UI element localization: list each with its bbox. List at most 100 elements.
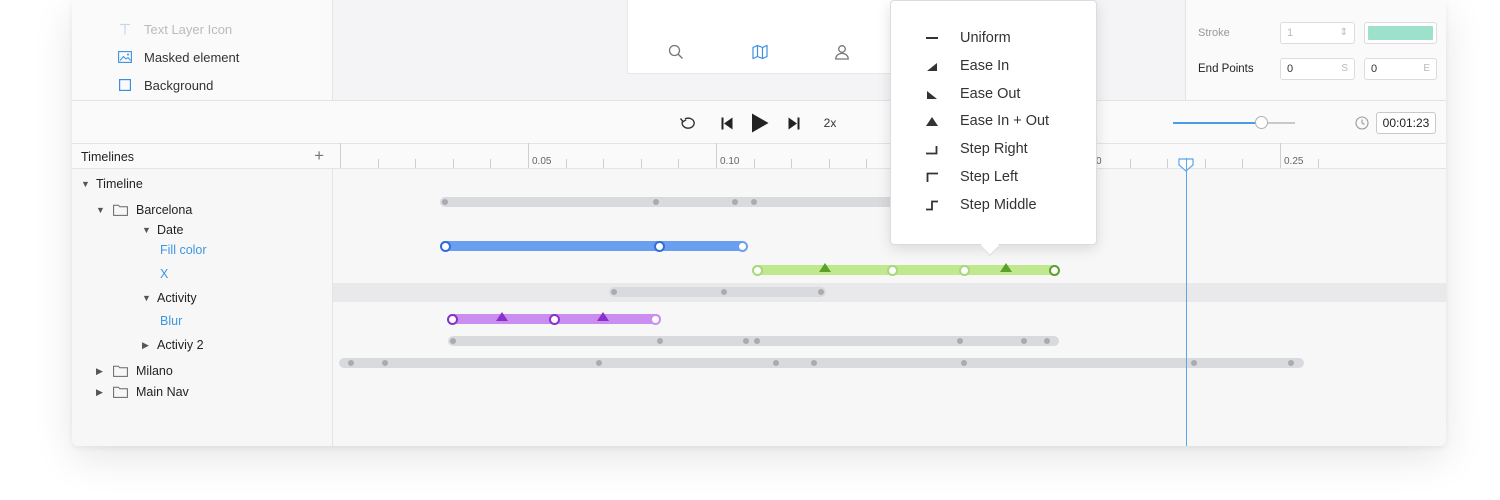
keyframe[interactable] [597,312,610,321]
keyframe[interactable] [999,263,1012,272]
easing-option-uniform[interactable]: Uniform [925,28,1011,48]
keyframe[interactable] [652,199,659,205]
volume-slider-thumb[interactable] [1254,116,1268,129]
easing-option-step-middle[interactable]: Step Middle [925,195,1037,215]
keyframe[interactable] [1043,338,1050,344]
track-bar[interactable] [440,197,947,207]
current-time-field[interactable]: 00:01:23 [1376,112,1436,134]
keyframe[interactable] [731,199,738,205]
ruler-tick [1167,159,1169,168]
ruler-tick [1317,159,1319,168]
tree-node[interactable]: ▶ Main Nav [96,383,189,401]
ruler-tick [866,159,868,168]
track-bar[interactable] [609,287,827,297]
play-button[interactable] [749,113,771,133]
caret-right-icon[interactable]: ▶ [142,340,154,351]
map-icon[interactable] [750,42,770,62]
keyframe[interactable] [449,338,456,344]
tree-node-label: Activiy 2 [157,338,204,352]
tree-node[interactable]: Fill color [160,241,207,259]
tree-node[interactable]: Blur [160,312,182,330]
stroke-width-input[interactable]: 1 ⇕ [1280,22,1355,44]
ruler-tick [640,159,642,168]
caret-right-icon[interactable]: ▶ [96,387,108,398]
layer-item-masked[interactable]: Masked element [118,47,239,67]
easing-option-ease-out[interactable]: Ease Out [925,84,1020,104]
easing-option-ease-in-out[interactable]: Ease In + Out [925,111,1049,131]
track-bar[interactable] [440,241,748,251]
loop-button[interactable] [677,113,697,133]
keyframe[interactable] [1190,360,1197,366]
square-icon [118,78,132,92]
track-bar[interactable] [752,265,1060,275]
easing-option-label: Ease In [960,57,1010,74]
keyframe[interactable] [720,289,727,295]
stroke-color-swatch[interactable] [1364,22,1437,44]
easing-option-label: Uniform [960,30,1011,46]
next-button[interactable] [785,113,803,133]
caret-down-icon[interactable]: ▼ [142,293,154,303]
previous-button[interactable] [718,113,736,133]
search-icon[interactable] [666,42,686,62]
speed-toggle[interactable]: 2x [820,113,840,133]
caret-down-icon[interactable]: ▼ [96,205,108,215]
keyframe[interactable] [810,360,817,366]
tree-node-label: Timeline [96,177,143,191]
volume-slider[interactable] [1173,116,1295,129]
keyframe[interactable] [1048,264,1060,276]
keyframe[interactable] [887,264,899,276]
ruler-tick [1204,159,1206,168]
ease-out-icon [925,87,939,101]
keyframe[interactable] [650,313,662,325]
layer-item-background[interactable]: Background [118,75,213,95]
track-bar[interactable] [338,358,1304,368]
caret-down-icon[interactable]: ▼ [81,179,93,189]
volume-slider-fill [1173,122,1261,124]
caret-down-icon[interactable]: ▼ [142,225,154,235]
keyframe[interactable] [819,263,832,272]
layer-label: Text Layer Icon [144,21,233,37]
easing-option-step-left[interactable]: Step Left [925,167,1018,187]
tree-node[interactable]: X [160,265,168,283]
layers-panel: Text Layer Icon Masked element Backgroun… [72,0,333,101]
skip-back-icon [721,117,733,129]
loop-icon [679,116,695,129]
ruler-tick [828,159,830,168]
keyframe[interactable] [439,240,451,252]
add-timeline-button[interactable]: + [314,146,324,166]
keyframe[interactable] [654,240,666,252]
caret-right-icon[interactable]: ▶ [96,366,108,377]
folder-icon [113,386,129,398]
keyframe[interactable] [958,264,970,276]
layer-item-text[interactable]: Text Layer Icon [118,19,232,39]
endpoint-start-input[interactable]: 0 S [1280,58,1355,80]
easing-option-step-right[interactable]: Step Right [925,139,1028,159]
keyframe[interactable] [548,313,560,325]
keyframe[interactable] [656,338,663,344]
timelines-tree: Timelines + ▼ Timeline ▼ Barcelona ▼ Date Fill… [72,144,333,446]
tree-node[interactable]: ▼ Activity [142,289,197,307]
ruler-tick [377,159,379,168]
tree-node[interactable]: ▼ Timeline [81,175,143,193]
keyframe[interactable] [447,313,459,325]
tree-node[interactable]: ▼ Date [142,221,183,239]
keyframe[interactable] [750,199,757,205]
clock-icon [1354,113,1370,133]
tree-node[interactable]: ▶ Milano [96,362,173,380]
easing-option-ease-in[interactable]: Ease In [925,56,1009,76]
text-icon [118,22,132,36]
endpoint-end-value: 0 [1371,63,1378,75]
tree-node[interactable]: ▶ Activiy 2 [142,336,204,354]
step-left-icon [925,170,939,184]
folder-icon [113,204,129,216]
tree-node[interactable]: ▼ Barcelona [96,201,192,219]
stroke-width-value: 1 [1287,27,1294,39]
ease-in-out-icon [925,114,939,128]
keyframe[interactable] [736,240,748,252]
endpoints-label: End Points [1198,63,1254,75]
ruler-tick [678,159,680,168]
user-icon[interactable] [832,42,852,62]
endpoint-end-input[interactable]: 0 E [1364,58,1437,80]
keyframe[interactable] [751,264,763,276]
keyframe[interactable] [495,312,508,321]
